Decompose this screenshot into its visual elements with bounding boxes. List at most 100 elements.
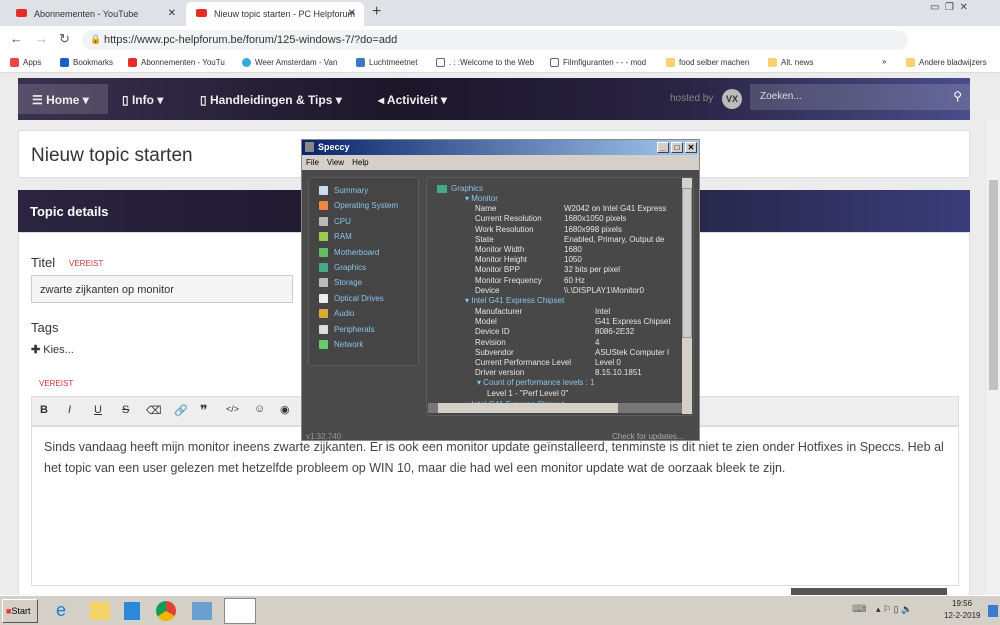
speccy-nav-network[interactable]: Network [319,340,363,349]
bookmark-luchtmeetnet[interactable]: Luchtmeetnet [356,58,417,67]
property-value: 1680x1050 pixels [564,214,627,224]
speccy-nav-motherboard[interactable]: Motherboard [319,247,379,257]
strike-button[interactable]: S [122,404,129,416]
italic-button[interactable]: I [68,404,71,416]
property-name: Device [475,285,500,295]
required-badge: VEREIST [69,259,104,268]
new-tab-button[interactable]: + [372,3,381,21]
speccy-taskbar-button[interactable] [224,598,256,624]
bookmark-altnews[interactable]: Alt. news [768,58,813,67]
back-icon[interactable]: ← [10,31,23,46]
hosted-by-label: hosted by [670,93,714,104]
speccy-titlebar[interactable]: Speccy _ □ ✕ [302,140,699,155]
speccy-nav-storage[interactable]: Storage [319,278,362,288]
spoiler-icon[interactable]: ◉ [280,403,290,416]
speccy-nav-operating-system[interactable]: Operating System [319,201,398,211]
forum-icon [196,9,207,17]
title-input[interactable]: zwarte zijkanten op monitor [31,275,293,303]
code-icon[interactable]: </> [226,404,239,414]
nav-home[interactable]: ☰ Home ▾ [32,93,89,107]
reload-icon[interactable]: ↻ [59,31,70,47]
close-button[interactable]: ✕ [685,142,697,153]
bookmark-youtube[interactable]: Abonnementen - YouTu [128,58,225,67]
bookmark-bookmarks[interactable]: Bookmarks [60,58,113,67]
bookmark-other[interactable]: Andere bladwijzers [906,58,987,67]
bookmark-welcome[interactable]: . : :Welcome to the Web [436,58,534,67]
start-button[interactable]: ■Start [2,599,38,623]
tab-youtube[interactable]: Abonnementen - YouTube ✕ [6,2,184,26]
page-scrollbar[interactable] [987,120,1000,595]
graphics-icon [437,185,447,193]
perf-levels-heading[interactable]: ▾ Count of performance levels : 1 [477,378,594,387]
property-name: Monitor Frequency [475,275,542,285]
speccy-nav-peripherals[interactable]: Peripherals [319,324,374,334]
bookmark-weer[interactable]: Weer Amsterdam - Van [242,58,337,67]
ie-icon[interactable]: e [56,600,66,621]
more-bookmarks-icon[interactable]: » [882,57,886,66]
speccy-logo-icon [305,142,314,152]
speccy-nav-optical-drives[interactable]: Optical Drives [319,293,384,303]
category-icon [319,186,328,195]
link-icon[interactable]: 🔗 [174,404,188,417]
bookmark-filmfiguranten[interactable]: Filmfiguranten - - - mod [550,58,646,67]
clock-time[interactable]: 19:56 [952,599,972,608]
menu-help[interactable]: Help [352,158,368,167]
eraser-icon[interactable]: ⌫ [146,404,162,417]
tray-icons[interactable]: ▴ ⚐ ▯ 🔈 [876,604,912,615]
perf-level-value: Level 1 - "Perf Level 0" [487,389,569,399]
media-player-icon[interactable] [124,602,140,620]
editor-body[interactable]: Sinds vandaag heeft mijn monitor ineens … [31,426,959,586]
chipset-heading[interactable]: ▾ Intel G41 Express Chipset [465,296,564,305]
tags-label: Tags [31,320,59,335]
nav-info[interactable]: ▯ Info ▾ [122,93,163,107]
vx-logo: VX [722,89,742,109]
keyboard-icon[interactable]: ⌨ [852,604,866,615]
quote-icon[interactable]: ❞ [200,402,208,419]
nav-handleidingen[interactable]: ▯ Handleidingen & Tips ▾ [200,93,342,107]
speccy-nav-summary[interactable]: Summary [319,186,368,195]
nav-activiteit[interactable]: ◂ Activiteit ▾ [378,93,447,107]
title-label: Titel [31,255,56,270]
check-updates-link[interactable]: Check for updates... [612,432,684,441]
property-name: Current Resolution [475,214,542,224]
close-tab-icon[interactable]: ✕ [348,8,356,19]
property-name: State [475,234,494,244]
minimize-button[interactable]: _ [657,142,669,153]
menu-view[interactable]: View [327,158,344,167]
chrome-icon[interactable] [156,601,176,621]
details-hscrollbar[interactable] [428,403,682,413]
underline-button[interactable]: U [94,404,102,416]
show-desktop-button[interactable] [988,605,998,617]
speccy-nav-cpu[interactable]: CPU [319,216,351,226]
bookmark-apps[interactable]: Apps [10,58,41,67]
search-icon[interactable]: ⚲ [953,89,962,103]
bold-button[interactable]: B [40,404,48,416]
tags-choose-button[interactable]: ✚ Kies... [31,343,74,356]
maximize-button[interactable]: □ [671,142,683,153]
url-input[interactable]: 🔒 https://www.pc-helpforum.be/forum/125-w… [82,30,908,50]
category-icon [319,293,328,303]
monitor-heading[interactable]: ▾ Monitor [465,194,498,203]
speccy-nav-ram[interactable]: RAM [319,232,352,242]
bookmark-food[interactable]: food selber machen [666,58,749,67]
close-tab-icon[interactable]: ✕ [168,8,176,19]
property-value: G41 Express Chipset [595,317,671,327]
graphics-heading[interactable]: Graphics [451,184,483,193]
property-value: Enabled, Primary, Output de [564,234,665,244]
menu-file[interactable]: File [306,158,319,167]
property-name: Work Resolution [475,224,534,234]
search-input[interactable]: Zoeken... ⚲ [750,84,970,110]
window-controls[interactable]: ▭ ❐ ✕ [930,2,968,13]
control-panel-icon[interactable] [192,602,212,620]
version-label: v1.32.740 [306,432,342,441]
speccy-nav-graphics[interactable]: Graphics [319,263,366,272]
speccy-nav-audio[interactable]: Audio [319,309,354,319]
property-name: Revision [475,337,506,347]
details-vscrollbar[interactable] [682,178,692,414]
speccy-sidebar: Summary Operating System CPU RAM Motherboard… [308,177,419,366]
emoji-icon[interactable]: ☺ [254,403,265,415]
explorer-icon[interactable] [90,602,110,620]
forward-icon[interactable]: → [35,31,48,46]
clock-date[interactable]: 12-2-2019 [944,611,980,620]
tab-active[interactable]: Nieuw topic starten - PC Helpforum ✕ [186,2,364,26]
